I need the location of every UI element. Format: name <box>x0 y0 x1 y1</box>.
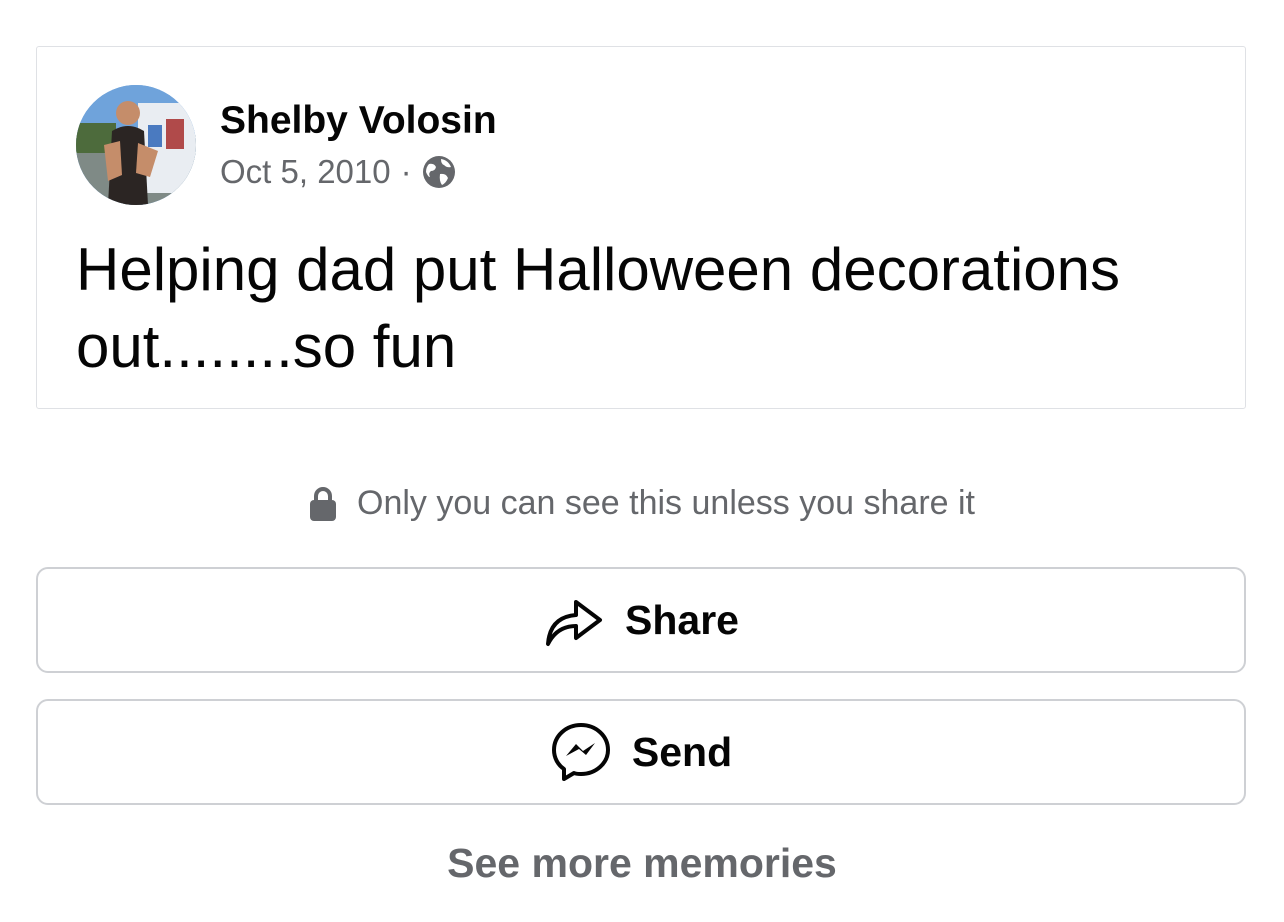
memory-page: Shelby Volosin Oct 5, 2010 · Helping dad… <box>0 0 1284 922</box>
privacy-text: Only you can see this unless you share i… <box>357 484 975 522</box>
privacy-notice: Only you can see this unless you share i… <box>0 484 1284 523</box>
lock-icon <box>309 486 337 522</box>
globe-icon <box>422 155 456 189</box>
messenger-icon <box>550 721 612 783</box>
memory-post-card[interactable]: Shelby Volosin Oct 5, 2010 · Helping dad… <box>36 46 1246 409</box>
send-label: Send <box>631 728 733 775</box>
share-button[interactable]: Share <box>36 567 1246 673</box>
send-button[interactable]: Send <box>36 699 1246 805</box>
post-date[interactable]: Oct 5, 2010 <box>220 153 391 191</box>
share-label: Share <box>625 596 739 643</box>
avatar[interactable] <box>76 85 196 205</box>
author-name[interactable]: Shelby Volosin <box>220 99 497 143</box>
post-text: Helping dad put Halloween decorations ou… <box>76 236 1121 380</box>
meta-separator: · <box>400 153 412 190</box>
share-arrow-icon <box>543 589 605 651</box>
see-more-memories-link[interactable]: See more memories <box>0 840 1284 887</box>
post-meta: Oct 5, 2010 · <box>220 153 456 191</box>
